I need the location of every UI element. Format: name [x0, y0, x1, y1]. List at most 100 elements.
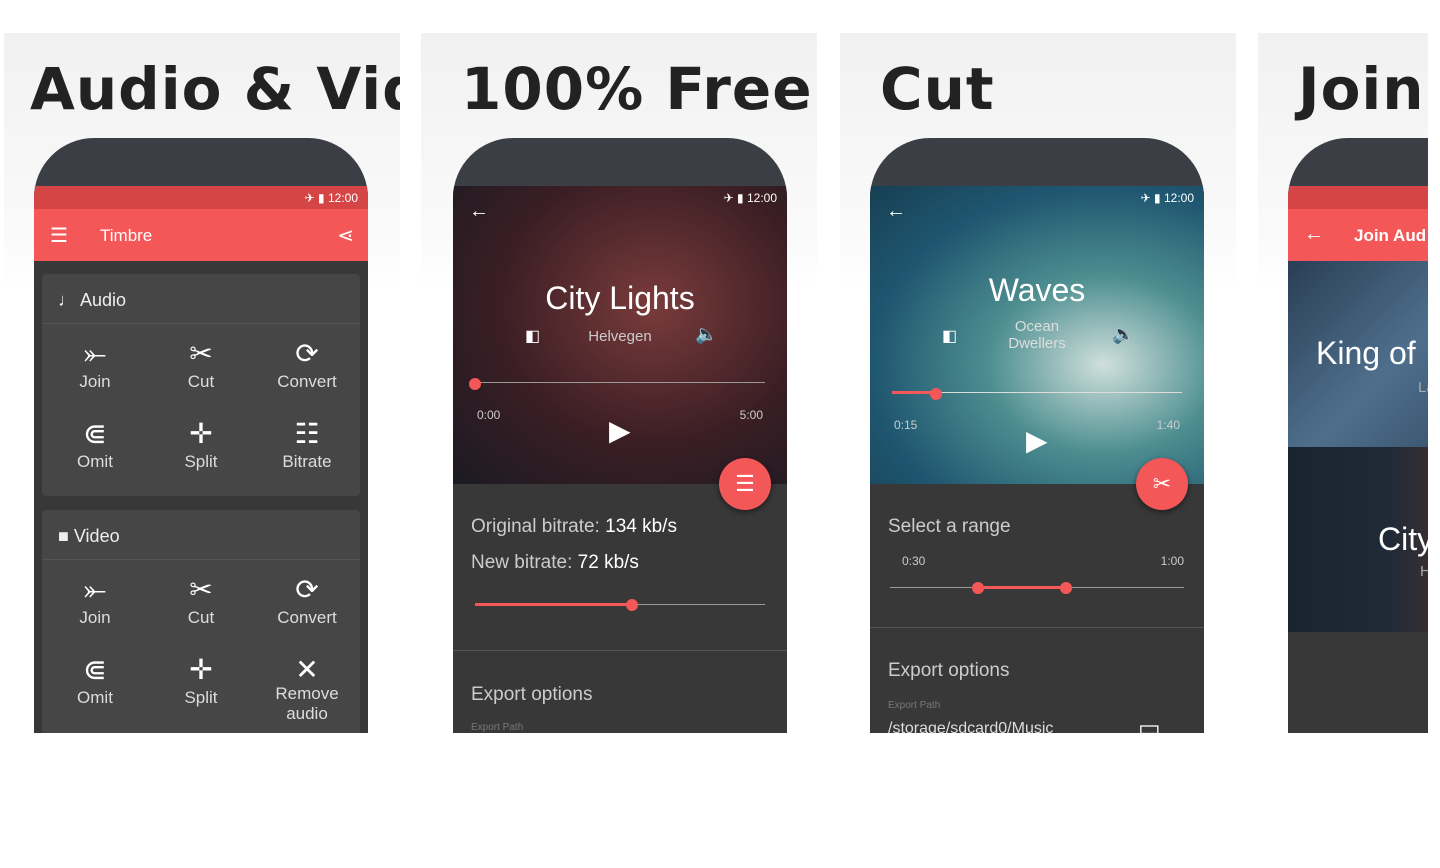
- headline: Cut: [880, 55, 995, 123]
- phone: ← Join Aud King of La City H: [1288, 138, 1428, 733]
- time-end: 1:40: [1156, 418, 1180, 432]
- share-icon[interactable]: ⋖: [337, 223, 354, 248]
- status-bar: ✈ ▮ 12:00: [34, 186, 368, 209]
- range-end-knob[interactable]: [1060, 582, 1072, 594]
- export-path-label: Export Path: [888, 700, 941, 711]
- tool-remove-audio[interactable]: ✕ Remove audio: [254, 652, 360, 724]
- screen: ✈ ▮ 12:00 ← City Lights ◧ Helvegen 🔈 0:0…: [453, 186, 787, 733]
- track-artist: Helvegen: [588, 328, 652, 345]
- section-title: Video: [73, 526, 120, 546]
- tool-label: Bitrate: [282, 452, 332, 471]
- tool-join[interactable]: ⤜ Join: [42, 572, 148, 628]
- track-title: King of: [1316, 335, 1416, 371]
- toolbar: ☰ Timbre ⋖: [34, 209, 368, 261]
- split-icon: ✛: [189, 418, 213, 449]
- screen: ✈ ▮ 12:00 ← Waves ◧ Ocean Dwellers 🔈 0:1…: [870, 186, 1204, 733]
- back-arrow-icon[interactable]: ←: [469, 200, 489, 223]
- panel-join: Join ← Join Aud King of La City H: [1258, 33, 1428, 733]
- playlist-icon[interactable]: ◧: [942, 326, 957, 346]
- split-icon: ✛: [189, 654, 213, 685]
- folder-icon[interactable]: ▭: [1138, 714, 1161, 733]
- original-bitrate: 134 kb/s: [605, 516, 677, 537]
- tool-label: Omit: [77, 688, 113, 707]
- status-bar: ✈ ▮ 12:00: [870, 186, 1204, 209]
- range-start-knob[interactable]: [972, 582, 984, 594]
- tool-cut[interactable]: ✂ Cut: [148, 336, 254, 392]
- tool-label: Cut: [187, 372, 215, 391]
- toolbar: ← Join Aud: [1288, 209, 1428, 261]
- tool-omit[interactable]: ⋐ Omit: [42, 652, 148, 708]
- bitrate-fab[interactable]: ☰: [719, 458, 771, 510]
- export-path-label: Export Path: [471, 722, 524, 733]
- tool-split[interactable]: ✛ Split: [148, 652, 254, 708]
- app-title: Timbre: [100, 226, 153, 245]
- volume-icon[interactable]: 🔈: [695, 324, 717, 345]
- tool-omit[interactable]: ⋐ Omit: [42, 416, 148, 472]
- airplane-icon: ✈ ▮: [723, 191, 747, 205]
- music-note-icon: ♩: [58, 290, 81, 310]
- headline: Join: [1298, 55, 1425, 123]
- menu-icon[interactable]: ☰: [50, 223, 68, 248]
- screen: ← Join Aud King of La City H: [1288, 186, 1428, 733]
- volume-icon[interactable]: 🔈: [1112, 324, 1134, 345]
- video-camera-icon: ■: [58, 526, 74, 546]
- tool-label: Omit: [77, 452, 113, 471]
- panel-cut: Cut ✈ ▮ 12:00 ← Waves ◧ Ocean Dwellers 🔈…: [840, 33, 1236, 733]
- seek-knob[interactable]: [929, 388, 942, 400]
- label: Original bitrate:: [471, 516, 600, 537]
- omit-icon: ⋐: [83, 654, 107, 685]
- status-time: 12:00: [327, 191, 358, 205]
- play-icon[interactable]: ▶: [609, 414, 631, 447]
- section-title: Audio: [80, 290, 127, 310]
- divider: [453, 650, 787, 651]
- play-icon[interactable]: ▶: [1026, 424, 1048, 457]
- tool-split[interactable]: ✛ Split: [148, 416, 254, 472]
- seek-bar[interactable]: [475, 382, 765, 383]
- phone: ✈ ▮ 12:00 ← City Lights ◧ Helvegen 🔈 0:0…: [453, 138, 787, 733]
- bitrate-knob[interactable]: [625, 599, 638, 611]
- toolbar-title: Join Aud: [1354, 226, 1427, 245]
- status-bar: ✈ ▮ 12:00: [453, 186, 787, 209]
- track-card-2[interactable]: City H: [1288, 447, 1428, 632]
- tool-convert[interactable]: ⟳ Convert: [254, 572, 360, 628]
- tool-cut[interactable]: ✂ Cut: [148, 572, 254, 628]
- track-title: City Lights: [545, 280, 695, 316]
- new-bitrate: 72 kb/s: [577, 552, 639, 573]
- label: New bitrate:: [471, 552, 573, 573]
- tool-label: Split: [184, 452, 218, 471]
- status-time: 12:00: [746, 191, 777, 205]
- tool-label: Convert: [277, 372, 337, 391]
- export-path-value[interactable]: /storage/sdcard0/Music: [888, 720, 1053, 733]
- seek-knob[interactable]: [469, 378, 481, 390]
- screen: ✈ ▮ 12:00 ☰ Timbre ⋖ ♩ Audio ⤜ Join ✂ Cut ⟳ C…: [34, 186, 368, 733]
- bitrate-icon: ☷: [294, 418, 320, 449]
- divider: [870, 627, 1204, 628]
- tool-label: Remove audio: [275, 684, 339, 723]
- time-start: 0:00: [477, 408, 501, 422]
- tool-label: Cut: [187, 608, 215, 627]
- back-arrow-icon[interactable]: ←: [1304, 223, 1324, 246]
- panel-free: 100% Free ✈ ▮ 12:00 ← City Lights ◧ Helv…: [421, 33, 817, 733]
- panel-audio-video: Audio & Video ✈ ▮ 12:00 ☰ Timbre ⋖ ♩ Aud…: [4, 33, 400, 733]
- range-start: 0:30: [902, 554, 926, 568]
- track-artist: Ocean Dwellers: [1008, 318, 1066, 352]
- time-start: 0:15: [894, 418, 918, 432]
- back-arrow-icon[interactable]: ←: [886, 200, 906, 223]
- bitrate-fill: [475, 603, 632, 606]
- status-bar: [1288, 186, 1428, 209]
- track-artist: H: [1420, 563, 1428, 580]
- time-end: 5:00: [739, 408, 763, 422]
- cut-fab[interactable]: ✂: [1136, 458, 1188, 510]
- airplane-icon: ✈ ▮: [1140, 191, 1164, 205]
- range-end: 1:00: [1160, 554, 1184, 568]
- track-title: Waves: [988, 272, 1086, 308]
- scissors-icon: ✂: [189, 574, 213, 605]
- convert-icon: ⟳: [295, 338, 319, 369]
- headline: 100% Free: [461, 55, 813, 123]
- tool-convert[interactable]: ⟳ Convert: [254, 336, 360, 392]
- video-card: ■ Video ⤜ Join ✂ Cut ⟳ Convert ⋐ Omit ✛ Split ✕ Rem…: [42, 510, 360, 733]
- tool-label: Join: [79, 608, 111, 627]
- tool-bitrate[interactable]: ☷ Bitrate: [254, 416, 360, 472]
- tool-join[interactable]: ⤜ Join: [42, 336, 148, 392]
- track-card-1[interactable]: King of La: [1288, 261, 1428, 447]
